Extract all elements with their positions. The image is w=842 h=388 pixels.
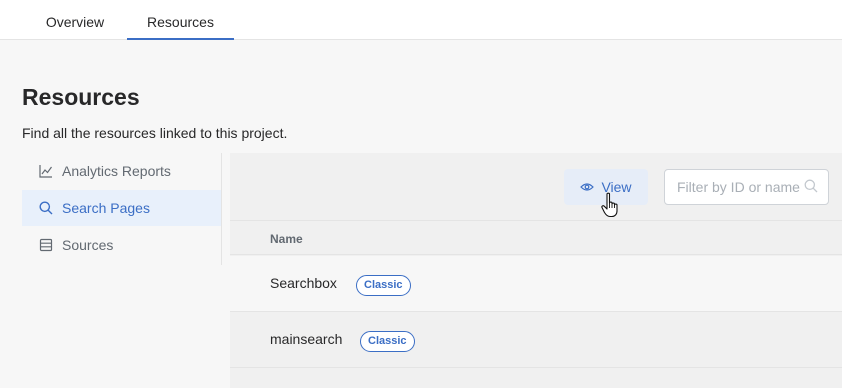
tab-overview[interactable]: Overview	[22, 0, 128, 40]
classic-badge: Classic	[360, 331, 415, 352]
view-button[interactable]: View	[564, 169, 648, 205]
filter-input[interactable]	[677, 178, 803, 196]
table-header: Name	[230, 221, 842, 255]
search-icon	[804, 179, 818, 198]
table-row[interactable]: Searchbox Classic	[230, 256, 842, 312]
row-name[interactable]: mainsearch	[270, 331, 342, 347]
sidebar-item-label: Analytics Reports	[62, 163, 171, 179]
search-icon	[38, 200, 54, 216]
resources-sidebar: Analytics Reports Search Pages Sources	[22, 153, 222, 265]
resources-panel: View Name Searchbox Classic mainsearch C…	[230, 153, 842, 388]
view-button-label: View	[601, 179, 632, 195]
classic-badge: Classic	[356, 275, 411, 296]
sidebar-item-label: Sources	[62, 237, 114, 253]
sidebar-item-sources[interactable]: Sources	[22, 227, 221, 263]
page-subtitle: Find all the resources linked to this pr…	[22, 125, 288, 141]
panel-toolbar: View	[230, 153, 842, 221]
row-name[interactable]: Searchbox	[270, 275, 337, 291]
page-title: Resources	[22, 84, 140, 110]
filter-field[interactable]	[664, 169, 829, 205]
tab-resources[interactable]: Resources	[127, 0, 234, 40]
database-icon	[38, 237, 54, 253]
sidebar-item-label: Search Pages	[62, 200, 150, 216]
sidebar-item-search-pages[interactable]: Search Pages	[22, 190, 221, 226]
line-chart-icon	[38, 163, 54, 179]
column-header-name[interactable]: Name	[270, 232, 303, 246]
top-tab-bar: Overview Resources	[0, 0, 842, 40]
table-row[interactable]: mainsearch Classic	[230, 312, 842, 368]
sidebar-item-analytics-reports[interactable]: Analytics Reports	[22, 153, 221, 189]
eye-icon	[580, 182, 595, 192]
